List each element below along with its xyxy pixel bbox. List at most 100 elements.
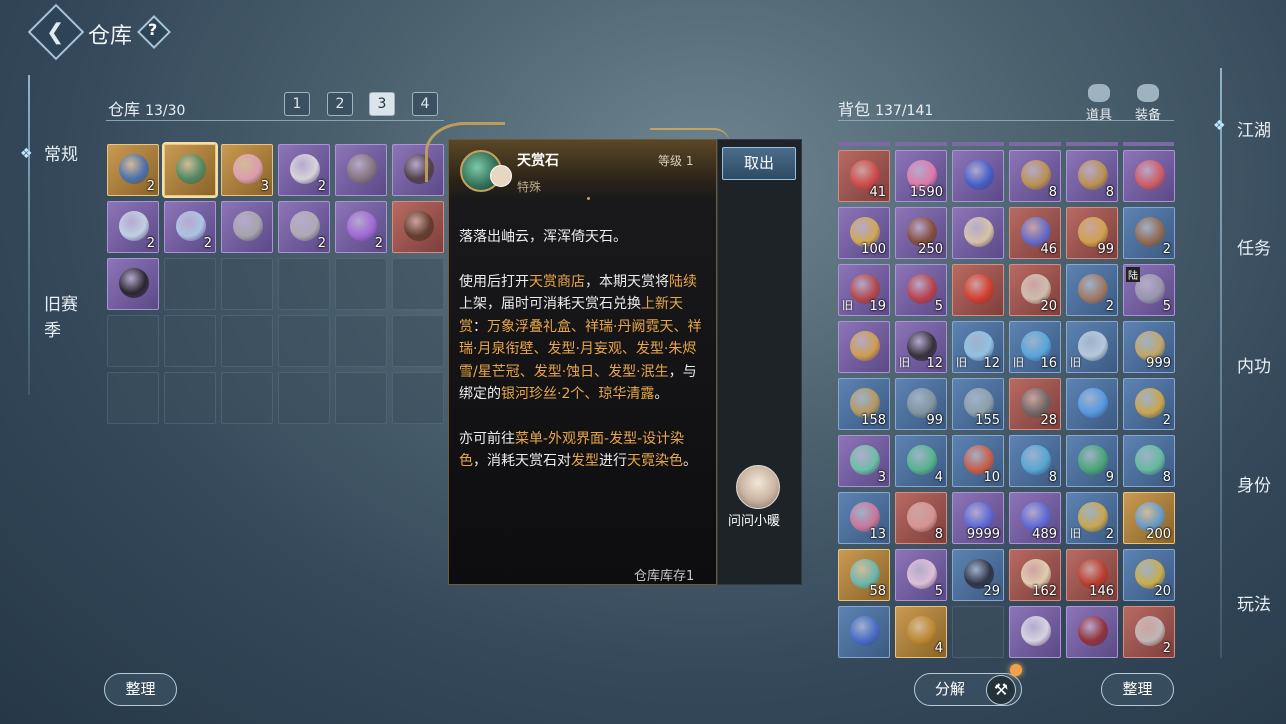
bag-item-slot[interactable]: 200 — [1123, 492, 1175, 544]
warehouse-item-slot[interactable]: 2 — [335, 201, 387, 253]
bag-tab-equipment[interactable]: 装备 — [1128, 84, 1168, 123]
left-nav-old-season[interactable]: 旧赛季 — [44, 292, 84, 344]
warehouse-item-slot[interactable] — [335, 144, 387, 196]
bag-item-slot[interactable] — [838, 321, 890, 373]
empty-slot[interactable] — [107, 315, 159, 367]
bag-item-slot[interactable]: 旧 19 — [838, 264, 890, 316]
hammer-icon[interactable]: ⚒ — [986, 675, 1016, 705]
bag-item-slot[interactable] — [952, 150, 1004, 202]
warehouse-item-slot[interactable]: 2 — [107, 201, 159, 253]
bag-item-slot[interactable]: 2 — [1123, 207, 1175, 259]
bag-item-slot[interactable]: 8 — [1009, 435, 1061, 487]
bag-item-slot[interactable] — [952, 264, 1004, 316]
warehouse-sort-button[interactable]: 整理 — [104, 673, 177, 706]
page-tab-1[interactable]: 1 — [284, 92, 310, 116]
empty-slot[interactable] — [278, 315, 330, 367]
warehouse-item-slot[interactable] — [392, 201, 444, 253]
bag-item-slot[interactable]: 5 — [895, 549, 947, 601]
bag-item-slot[interactable]: 8 — [1009, 150, 1061, 202]
bag-item-slot[interactable]: 9 — [1066, 435, 1118, 487]
right-nav-identity[interactable]: 身份 — [1237, 471, 1271, 496]
bag-item-slot[interactable] — [1009, 606, 1061, 658]
empty-slot[interactable] — [278, 258, 330, 310]
bag-item-slot[interactable]: 29 — [952, 549, 1004, 601]
warehouse-item-slot[interactable]: 2 — [164, 201, 216, 253]
bag-item-slot[interactable]: 旧 12 — [895, 321, 947, 373]
bag-item-slot[interactable]: 155 — [952, 378, 1004, 430]
empty-slot[interactable] — [335, 315, 387, 367]
left-nav-regular[interactable]: 常规 — [44, 142, 84, 168]
empty-slot[interactable] — [221, 315, 273, 367]
bag-item-slot[interactable]: 旧 12 — [952, 321, 1004, 373]
warehouse-item-slot[interactable] — [107, 258, 159, 310]
bag-item-slot[interactable]: 8 — [895, 492, 947, 544]
bag-item-slot[interactable]: 旧 — [1066, 321, 1118, 373]
bag-item-slot[interactable]: 162 — [1009, 549, 1061, 601]
right-nav-inner-skill[interactable]: 内功 — [1237, 352, 1271, 377]
bag-item-slot[interactable]: 5 — [895, 264, 947, 316]
bag-item-slot[interactable]: 489 — [1009, 492, 1061, 544]
help-icon[interactable]: ? — [148, 20, 157, 39]
bag-item-slot[interactable]: 10 — [952, 435, 1004, 487]
bag-item-slot[interactable]: 2 — [1123, 378, 1175, 430]
empty-slot[interactable] — [164, 372, 216, 424]
bag-item-slot[interactable]: 58 — [838, 549, 890, 601]
bag-item-slot[interactable]: 旧 16 — [1009, 321, 1061, 373]
empty-slot[interactable] — [335, 372, 387, 424]
bag-item-slot[interactable] — [952, 207, 1004, 259]
warehouse-item-slot[interactable]: 2 — [278, 201, 330, 253]
warehouse-item-slot[interactable] — [162, 142, 218, 198]
npc-avatar-icon[interactable] — [736, 465, 780, 509]
bag-item-slot[interactable]: 9999 — [952, 492, 1004, 544]
bag-item-slot[interactable]: 20 — [1009, 264, 1061, 316]
bag-item-slot[interactable] — [1123, 150, 1175, 202]
bag-item-slot[interactable]: 250 — [895, 207, 947, 259]
bag-item-slot[interactable]: 99 — [895, 378, 947, 430]
empty-slot[interactable] — [164, 258, 216, 310]
bag-item-slot[interactable]: 41 — [838, 150, 890, 202]
empty-slot[interactable] — [221, 372, 273, 424]
page-tab-3[interactable]: 3 — [369, 92, 395, 116]
bag-item-slot[interactable]: 2 — [1123, 606, 1175, 658]
take-out-button[interactable]: 取出 — [722, 147, 796, 180]
bag-item-slot[interactable]: 158 — [838, 378, 890, 430]
empty-slot[interactable] — [392, 315, 444, 367]
page-tab-2[interactable]: 2 — [327, 92, 353, 116]
bag-item-slot[interactable]: 3 — [838, 435, 890, 487]
right-nav-jianghu[interactable]: 江湖 — [1237, 116, 1271, 141]
bag-item-slot[interactable]: 99 — [1066, 207, 1118, 259]
warehouse-item-slot[interactable]: 2 — [278, 144, 330, 196]
warehouse-item-slot[interactable]: 2 — [107, 144, 159, 196]
warehouse-item-slot[interactable] — [221, 201, 273, 253]
bag-item-slot[interactable]: 100 — [838, 207, 890, 259]
bag-item-slot[interactable] — [838, 606, 890, 658]
empty-slot[interactable] — [221, 258, 273, 310]
bag-item-slot[interactable]: 8 — [1123, 435, 1175, 487]
empty-slot[interactable] — [335, 258, 387, 310]
bag-sort-button[interactable]: 整理 — [1101, 673, 1174, 706]
page-tab-4[interactable]: 4 — [412, 92, 438, 116]
empty-slot[interactable] — [392, 258, 444, 310]
empty-slot[interactable] — [392, 372, 444, 424]
bag-item-slot[interactable]: 1590 — [895, 150, 947, 202]
bag-item-slot[interactable]: 20 — [1123, 549, 1175, 601]
bag-item-slot[interactable]: 陆5 — [1123, 264, 1175, 316]
bag-item-slot[interactable]: 2 — [1066, 264, 1118, 316]
right-nav-gameplay[interactable]: 玩法 — [1237, 590, 1271, 615]
bag-item-slot[interactable]: 8 — [1066, 150, 1118, 202]
back-arrow-icon[interactable]: ❮ — [46, 20, 64, 45]
bag-item-slot[interactable]: 146 — [1066, 549, 1118, 601]
bag-item-slot[interactable]: 999 — [1123, 321, 1175, 373]
ask-npc-label[interactable]: 问问小暖 — [728, 510, 780, 529]
bag-item-slot[interactable]: 4 — [895, 435, 947, 487]
bag-item-slot[interactable]: 旧2 — [1066, 492, 1118, 544]
empty-slot[interactable] — [278, 372, 330, 424]
bag-item-slot[interactable] — [1066, 378, 1118, 430]
warehouse-item-slot[interactable]: 3 — [221, 144, 273, 196]
bag-item-slot[interactable] — [1066, 606, 1118, 658]
bag-item-slot[interactable]: 4 — [895, 606, 947, 658]
empty-slot[interactable] — [107, 372, 159, 424]
bag-item-slot[interactable]: 46 — [1009, 207, 1061, 259]
bag-item-slot[interactable]: 28 — [1009, 378, 1061, 430]
right-nav-tasks[interactable]: 任务 — [1237, 234, 1271, 259]
